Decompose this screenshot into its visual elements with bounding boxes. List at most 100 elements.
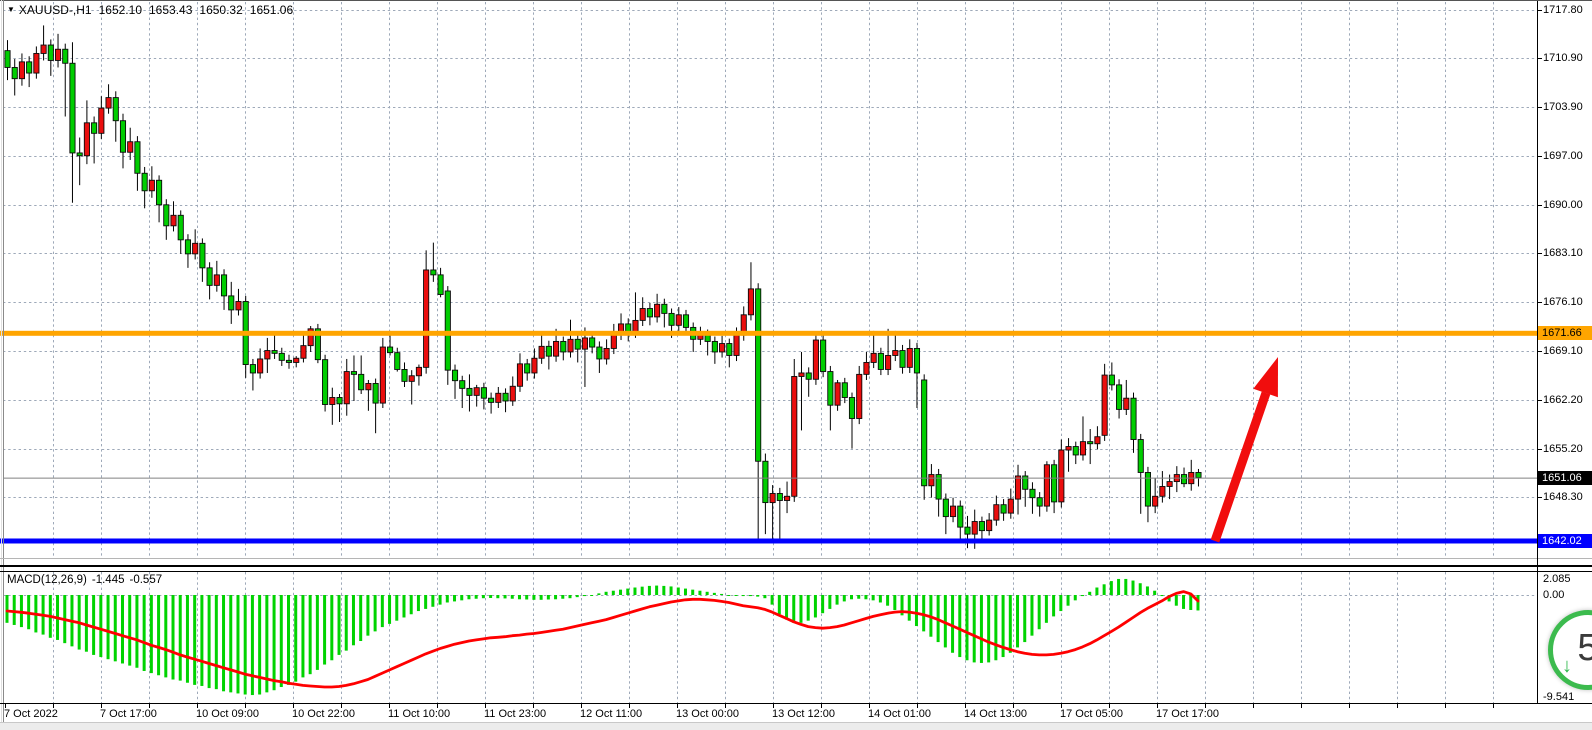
time-tick-label: 11 Oct 10:00 <box>388 707 450 721</box>
macd-bar <box>388 595 391 624</box>
macd-bar <box>107 595 110 659</box>
bull-candle <box>99 108 104 133</box>
macd-bar <box>6 595 9 623</box>
bull-candle <box>640 308 645 320</box>
bear-candle <box>185 240 190 254</box>
bull-candle <box>1059 450 1064 502</box>
macd-bar <box>316 595 319 670</box>
macd-bar <box>763 595 766 598</box>
bull-candle <box>106 98 111 109</box>
bull-candle <box>301 346 306 359</box>
macd-bar <box>1088 592 1091 595</box>
bear-candle <box>546 346 551 356</box>
macd-bar <box>453 595 456 601</box>
macd-bar <box>561 595 564 599</box>
bull-candle <box>553 341 558 356</box>
bear-candle <box>200 243 205 268</box>
macd-bar <box>597 593 600 595</box>
bear-candle <box>1145 472 1150 506</box>
macd-bar <box>850 595 853 599</box>
support-price-label: 1642.02 <box>1538 534 1592 548</box>
macd-bar <box>200 595 203 686</box>
macd-bar <box>1146 586 1149 595</box>
bear-candle <box>806 373 811 379</box>
bull-candle <box>1044 465 1049 506</box>
time-tick-label: 13 Oct 12:00 <box>772 707 835 721</box>
bull-candle <box>907 348 912 367</box>
price-tick-label: 1710.90 <box>1543 51 1583 65</box>
bull-candle <box>294 358 299 362</box>
price-tick-label: 1669.10 <box>1543 344 1583 358</box>
bear-candle <box>445 291 450 370</box>
macd-bar <box>641 587 644 595</box>
bull-candle <box>214 275 219 286</box>
resistance-line[interactable] <box>0 331 1543 336</box>
bull-candle <box>1102 375 1107 435</box>
macd-bar <box>1160 595 1163 596</box>
macd-bar <box>893 595 896 610</box>
macd-bar <box>1016 595 1019 647</box>
bull-candle <box>1080 442 1085 455</box>
badge-number: 5 <box>1553 627 1592 670</box>
macd-bar <box>814 595 817 617</box>
macd-bar <box>222 595 225 691</box>
macd-bar <box>987 595 990 662</box>
macd-bar <box>424 595 427 609</box>
bear-candle <box>221 275 226 296</box>
macd-bar <box>518 595 521 599</box>
bull-candle <box>799 373 804 377</box>
bear-candle <box>460 381 465 389</box>
macd-bar <box>547 595 550 599</box>
chart-canvas[interactable] <box>0 0 1592 730</box>
bull-candle <box>1160 486 1165 496</box>
macd-signal-value: -0.557 <box>130 574 163 586</box>
macd-bar <box>857 595 860 599</box>
macd-bar <box>1059 595 1062 611</box>
bear-candle <box>92 123 97 134</box>
bull-candle <box>258 359 263 373</box>
bull-candle <box>987 520 992 531</box>
macd-bar <box>605 592 608 595</box>
bear-candle <box>662 304 667 313</box>
bull-candle <box>719 344 724 352</box>
macd-bar <box>836 595 839 605</box>
bull-candle <box>604 348 609 359</box>
time-tick-label: 7 Oct 17:00 <box>100 707 157 721</box>
bear-candle <box>156 180 161 205</box>
macd-bar <box>236 595 239 693</box>
bear-candle <box>763 461 768 502</box>
bear-candle <box>525 364 530 373</box>
macd-bar <box>1081 595 1084 596</box>
chart-expander-icon[interactable]: ▼ <box>7 5 15 14</box>
macd-bar <box>626 589 629 595</box>
bear-candle <box>1116 385 1121 410</box>
bear-candle <box>5 51 10 68</box>
macd-axis-label: 0.00 <box>1543 588 1564 602</box>
bear-candle <box>27 62 32 73</box>
price-tick-label: 1697.00 <box>1543 149 1583 163</box>
macd-bar <box>619 590 622 595</box>
macd-bar <box>691 590 694 595</box>
bear-candle <box>647 308 652 316</box>
macd-bar <box>951 595 954 653</box>
bull-candle <box>835 383 840 405</box>
macd-bar <box>973 595 976 662</box>
macd-axis-label: 2.085 <box>1543 572 1571 586</box>
bull-candle <box>676 315 681 326</box>
macd-bar <box>330 595 333 660</box>
macd-bar <box>612 591 615 595</box>
macd-bar <box>1023 595 1026 642</box>
bear-candle <box>359 374 364 389</box>
support-line[interactable] <box>0 538 1543 543</box>
bear-candle <box>1088 442 1093 444</box>
bear-candle <box>135 142 140 174</box>
bull-candle <box>128 142 133 153</box>
macd-bar <box>258 595 261 695</box>
bull-candle <box>568 339 573 352</box>
macd-bar <box>1110 581 1113 595</box>
bear-candle <box>597 347 602 359</box>
macd-bar <box>280 595 283 687</box>
macd-bar <box>1189 595 1192 610</box>
macd-bar <box>143 595 146 671</box>
bear-candle <box>322 360 327 405</box>
